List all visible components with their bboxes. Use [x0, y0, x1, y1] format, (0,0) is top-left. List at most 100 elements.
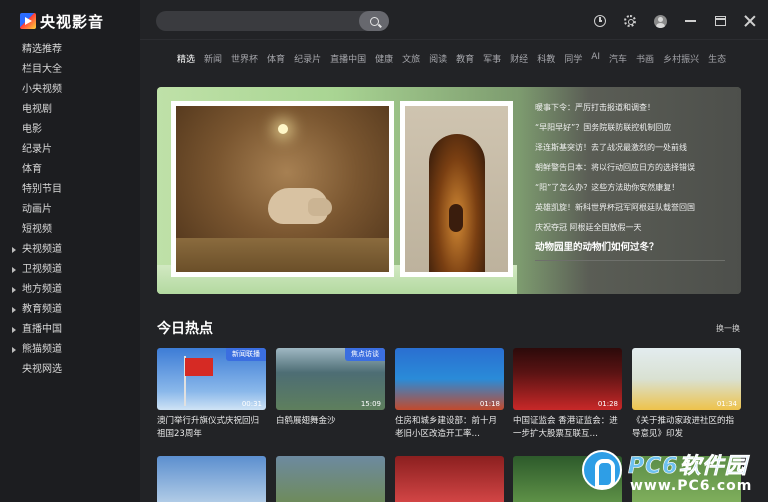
category-tab[interactable]: 新闻 — [204, 52, 222, 65]
video-thumbnail: 新闻联播 00:31 — [157, 348, 266, 410]
category-tab[interactable]: 直播中国 — [330, 52, 366, 65]
category-tab[interactable]: 文旅 — [402, 52, 420, 65]
category-tab[interactable]: 科教 — [537, 52, 555, 65]
sidebar-item-label: 熊猫频道 — [22, 344, 62, 355]
video-duration: 01:28 — [597, 400, 618, 408]
sidebar-item[interactable]: 熊猫频道 — [0, 340, 140, 360]
hay-image — [176, 238, 389, 272]
gear-icon — [624, 15, 636, 27]
sidebar-item-label: 栏目大全 — [22, 64, 62, 75]
caret-right-icon — [12, 267, 16, 273]
sidebar-item[interactable]: 电视剧 — [0, 100, 140, 120]
divider — [140, 39, 768, 40]
user-button[interactable] — [652, 13, 668, 29]
category-tab[interactable]: 书画 — [636, 52, 654, 65]
sidebar-item[interactable]: 教育频道 — [0, 300, 140, 320]
video-card[interactable]: 01:18 住房和城乡建设部：前十月老旧小区改造开工率… — [395, 348, 504, 441]
featured-underline — [535, 260, 725, 261]
category-tab[interactable]: 世界杯 — [231, 52, 258, 65]
category-tab[interactable]: 生态 — [708, 52, 726, 65]
sidebar-item[interactable]: 栏目大全 — [0, 60, 140, 80]
maximize-button[interactable] — [712, 13, 728, 29]
video-thumbnail: 01:18 — [395, 348, 504, 410]
category-tab[interactable]: 精选 — [177, 52, 195, 65]
category-tab[interactable]: 军事 — [483, 52, 501, 65]
category-tab[interactable]: 汽车 — [609, 52, 627, 65]
sidebar-item-label: 小央视频 — [22, 84, 62, 95]
caret-right-icon — [12, 287, 16, 293]
flag-image — [185, 358, 213, 376]
search-input[interactable] — [166, 13, 356, 29]
video-card[interactable]: 新闻联播 00:31 澳门举行升旗仪式庆祝回归祖国23周年 — [157, 348, 266, 441]
sidebar-item[interactable]: 电影 — [0, 120, 140, 140]
sidebar-item-label: 教育频道 — [22, 304, 62, 315]
search-box[interactable] — [156, 11, 389, 31]
search-button[interactable] — [359, 11, 389, 31]
caret-right-icon — [12, 247, 16, 253]
sidebar-item[interactable]: 精选推荐 — [0, 40, 140, 60]
sidebar-item[interactable]: 小央视频 — [0, 80, 140, 100]
banner-headline[interactable]: 英雄凯旋！新科世界杯冠军阿根廷队载誉回国 — [535, 201, 735, 221]
sidebar-item-label: 央视网选 — [22, 364, 62, 375]
banner-headline[interactable]: 庆祝夺冠 阿根廷全国放假一天 — [535, 221, 735, 241]
banner-headline[interactable]: “早阳早好”？国务院联防联控机制回应 — [535, 121, 735, 141]
cave-image — [429, 134, 485, 272]
featured-banner[interactable]: 暖事下令：严厉打击报道和调查！ “早阳早好”？国务院联防联控机制回应 泽连斯基突访！… — [157, 87, 741, 294]
category-tab[interactable]: 体育 — [267, 52, 285, 65]
avatar-icon — [653, 14, 667, 28]
minimize-button[interactable] — [682, 13, 698, 29]
banner-headline[interactable]: 泽连斯基突访！去了战况最激烈的一处前线 — [535, 141, 735, 161]
history-button[interactable] — [592, 13, 608, 29]
sidebar-item[interactable]: 央视频道 — [0, 240, 140, 260]
video-thumbnail[interactable] — [157, 456, 266, 502]
sidebar-item-label: 地方频道 — [22, 284, 62, 295]
category-tab[interactable]: AI — [591, 52, 600, 65]
video-thumbnail[interactable] — [395, 456, 504, 502]
banner-photo-capybara — [171, 101, 394, 277]
category-tab[interactable]: 阅读 — [429, 52, 447, 65]
sidebar-item-label: 电影 — [22, 124, 42, 135]
sidebar-item[interactable]: 动画片 — [0, 200, 140, 220]
banner-headline[interactable]: 暖事下令：严厉打击报道和调查！ — [535, 101, 735, 121]
video-card[interactable]: 焦点访谈 15:09 白鹤展翅舞金沙 — [276, 348, 385, 441]
video-thumbnail[interactable] — [276, 456, 385, 502]
app-brand[interactable]: 央视影音 — [20, 10, 104, 32]
video-duration: 00:31 — [241, 400, 262, 408]
category-tab[interactable]: 纪录片 — [294, 52, 321, 65]
caret-right-icon — [12, 347, 16, 353]
watermark-text: PC6软件园 — [628, 454, 748, 480]
settings-button[interactable] — [622, 13, 638, 29]
sidebar: 央视影音 精选推荐栏目大全小央视频电视剧电影纪录片 体育 特别节目 动画片 短视频 央视频… — [0, 0, 140, 502]
sidebar-item[interactable]: 纪录片 — [0, 140, 140, 160]
refresh-button[interactable]: 换一换 — [716, 323, 740, 334]
category-tab[interactable]: 教育 — [456, 52, 474, 65]
sidebar-item[interactable]: 直播中国 — [0, 320, 140, 340]
banner-headline[interactable]: “阳”了怎么办？这些方法助你安然康复！ — [535, 181, 735, 201]
program-tag: 焦点访谈 — [345, 348, 385, 361]
video-card[interactable]: 01:34 《关于推动家政进社区的指导意见》印发 — [632, 348, 741, 441]
app-title: 央视影音 — [40, 12, 105, 31]
monkey-image — [449, 204, 463, 232]
sidebar-item-label: 电视剧 — [22, 104, 52, 115]
sidebar-item[interactable]: 特别节目 — [0, 180, 140, 200]
video-card[interactable]: 01:28 中国证监会 香港证监会：进一步扩大股票互联互… — [513, 348, 622, 441]
sidebar-item[interactable]: 卫视频道 — [0, 260, 140, 280]
maximize-icon — [714, 16, 726, 26]
video-duration: 01:18 — [479, 400, 500, 408]
banner-featured-title[interactable]: 动物园里的动物们如何过冬？ — [535, 239, 735, 253]
sidebar-item[interactable]: 体育 — [0, 160, 140, 180]
video-duration: 01:34 — [716, 400, 737, 408]
category-tab[interactable]: 同学 — [564, 52, 582, 65]
banner-headline[interactable]: 朝鲜警告日本：将以行动回应日方的选择错误 — [535, 161, 735, 181]
sidebar-item[interactable]: 短视频 — [0, 220, 140, 240]
sidebar-item[interactable]: 地方频道 — [0, 280, 140, 300]
category-tab[interactable]: 健康 — [375, 52, 393, 65]
close-button[interactable] — [742, 13, 758, 29]
video-duration: 15:09 — [360, 400, 381, 408]
category-tab[interactable]: 乡村振兴 — [663, 52, 699, 65]
caret-right-icon — [12, 307, 16, 313]
sidebar-item[interactable]: 央视网选 — [0, 360, 140, 380]
category-tab[interactable]: 财经 — [510, 52, 528, 65]
watermark: PC6软件园 www.PC6.com — [582, 448, 768, 502]
video-title: 白鹤展翅舞金沙 — [276, 416, 336, 426]
